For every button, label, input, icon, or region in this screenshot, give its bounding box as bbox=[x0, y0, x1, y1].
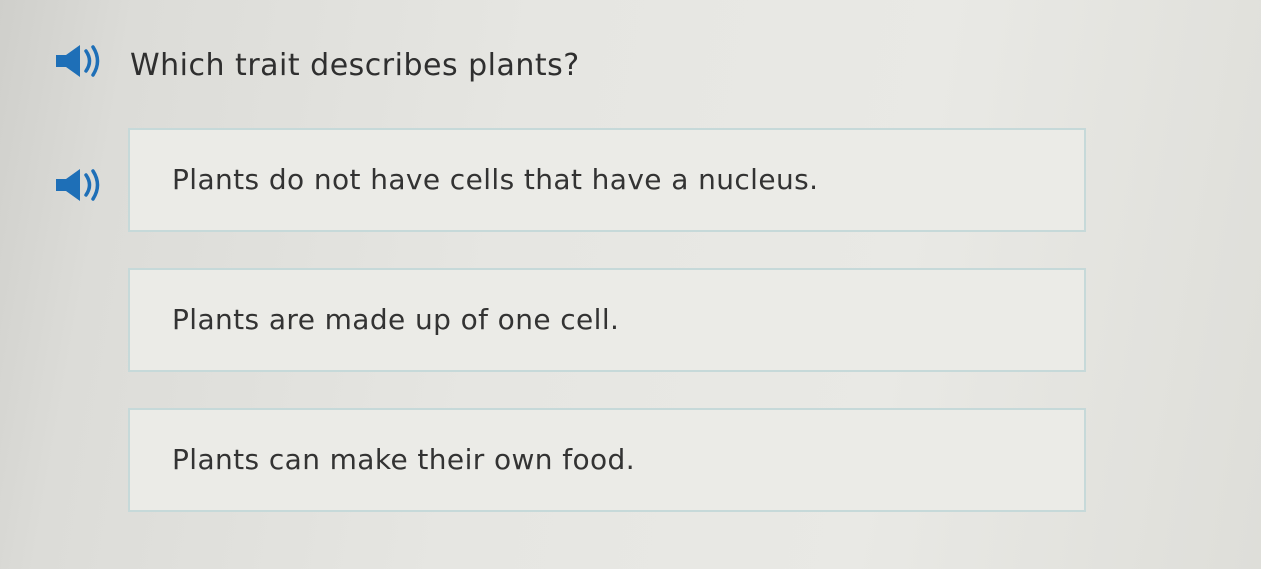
answer-option-label: Plants do not have cells that have a nuc… bbox=[172, 163, 819, 196]
question-speaker-icon[interactable] bbox=[52, 42, 122, 80]
answer-option-2[interactable]: Plants are made up of one cell. bbox=[128, 268, 1086, 372]
answer-option-label: Plants can make their own food. bbox=[172, 443, 636, 476]
answer-option-label: Plants are made up of one cell. bbox=[172, 303, 620, 336]
question-text: Which trait describes plants? bbox=[130, 48, 580, 83]
answer-option-1[interactable]: Plants do not have cells that have a nuc… bbox=[128, 128, 1086, 232]
option-speaker-icon[interactable] bbox=[52, 166, 122, 204]
answer-option-3[interactable]: Plants can make their own food. bbox=[128, 408, 1086, 512]
